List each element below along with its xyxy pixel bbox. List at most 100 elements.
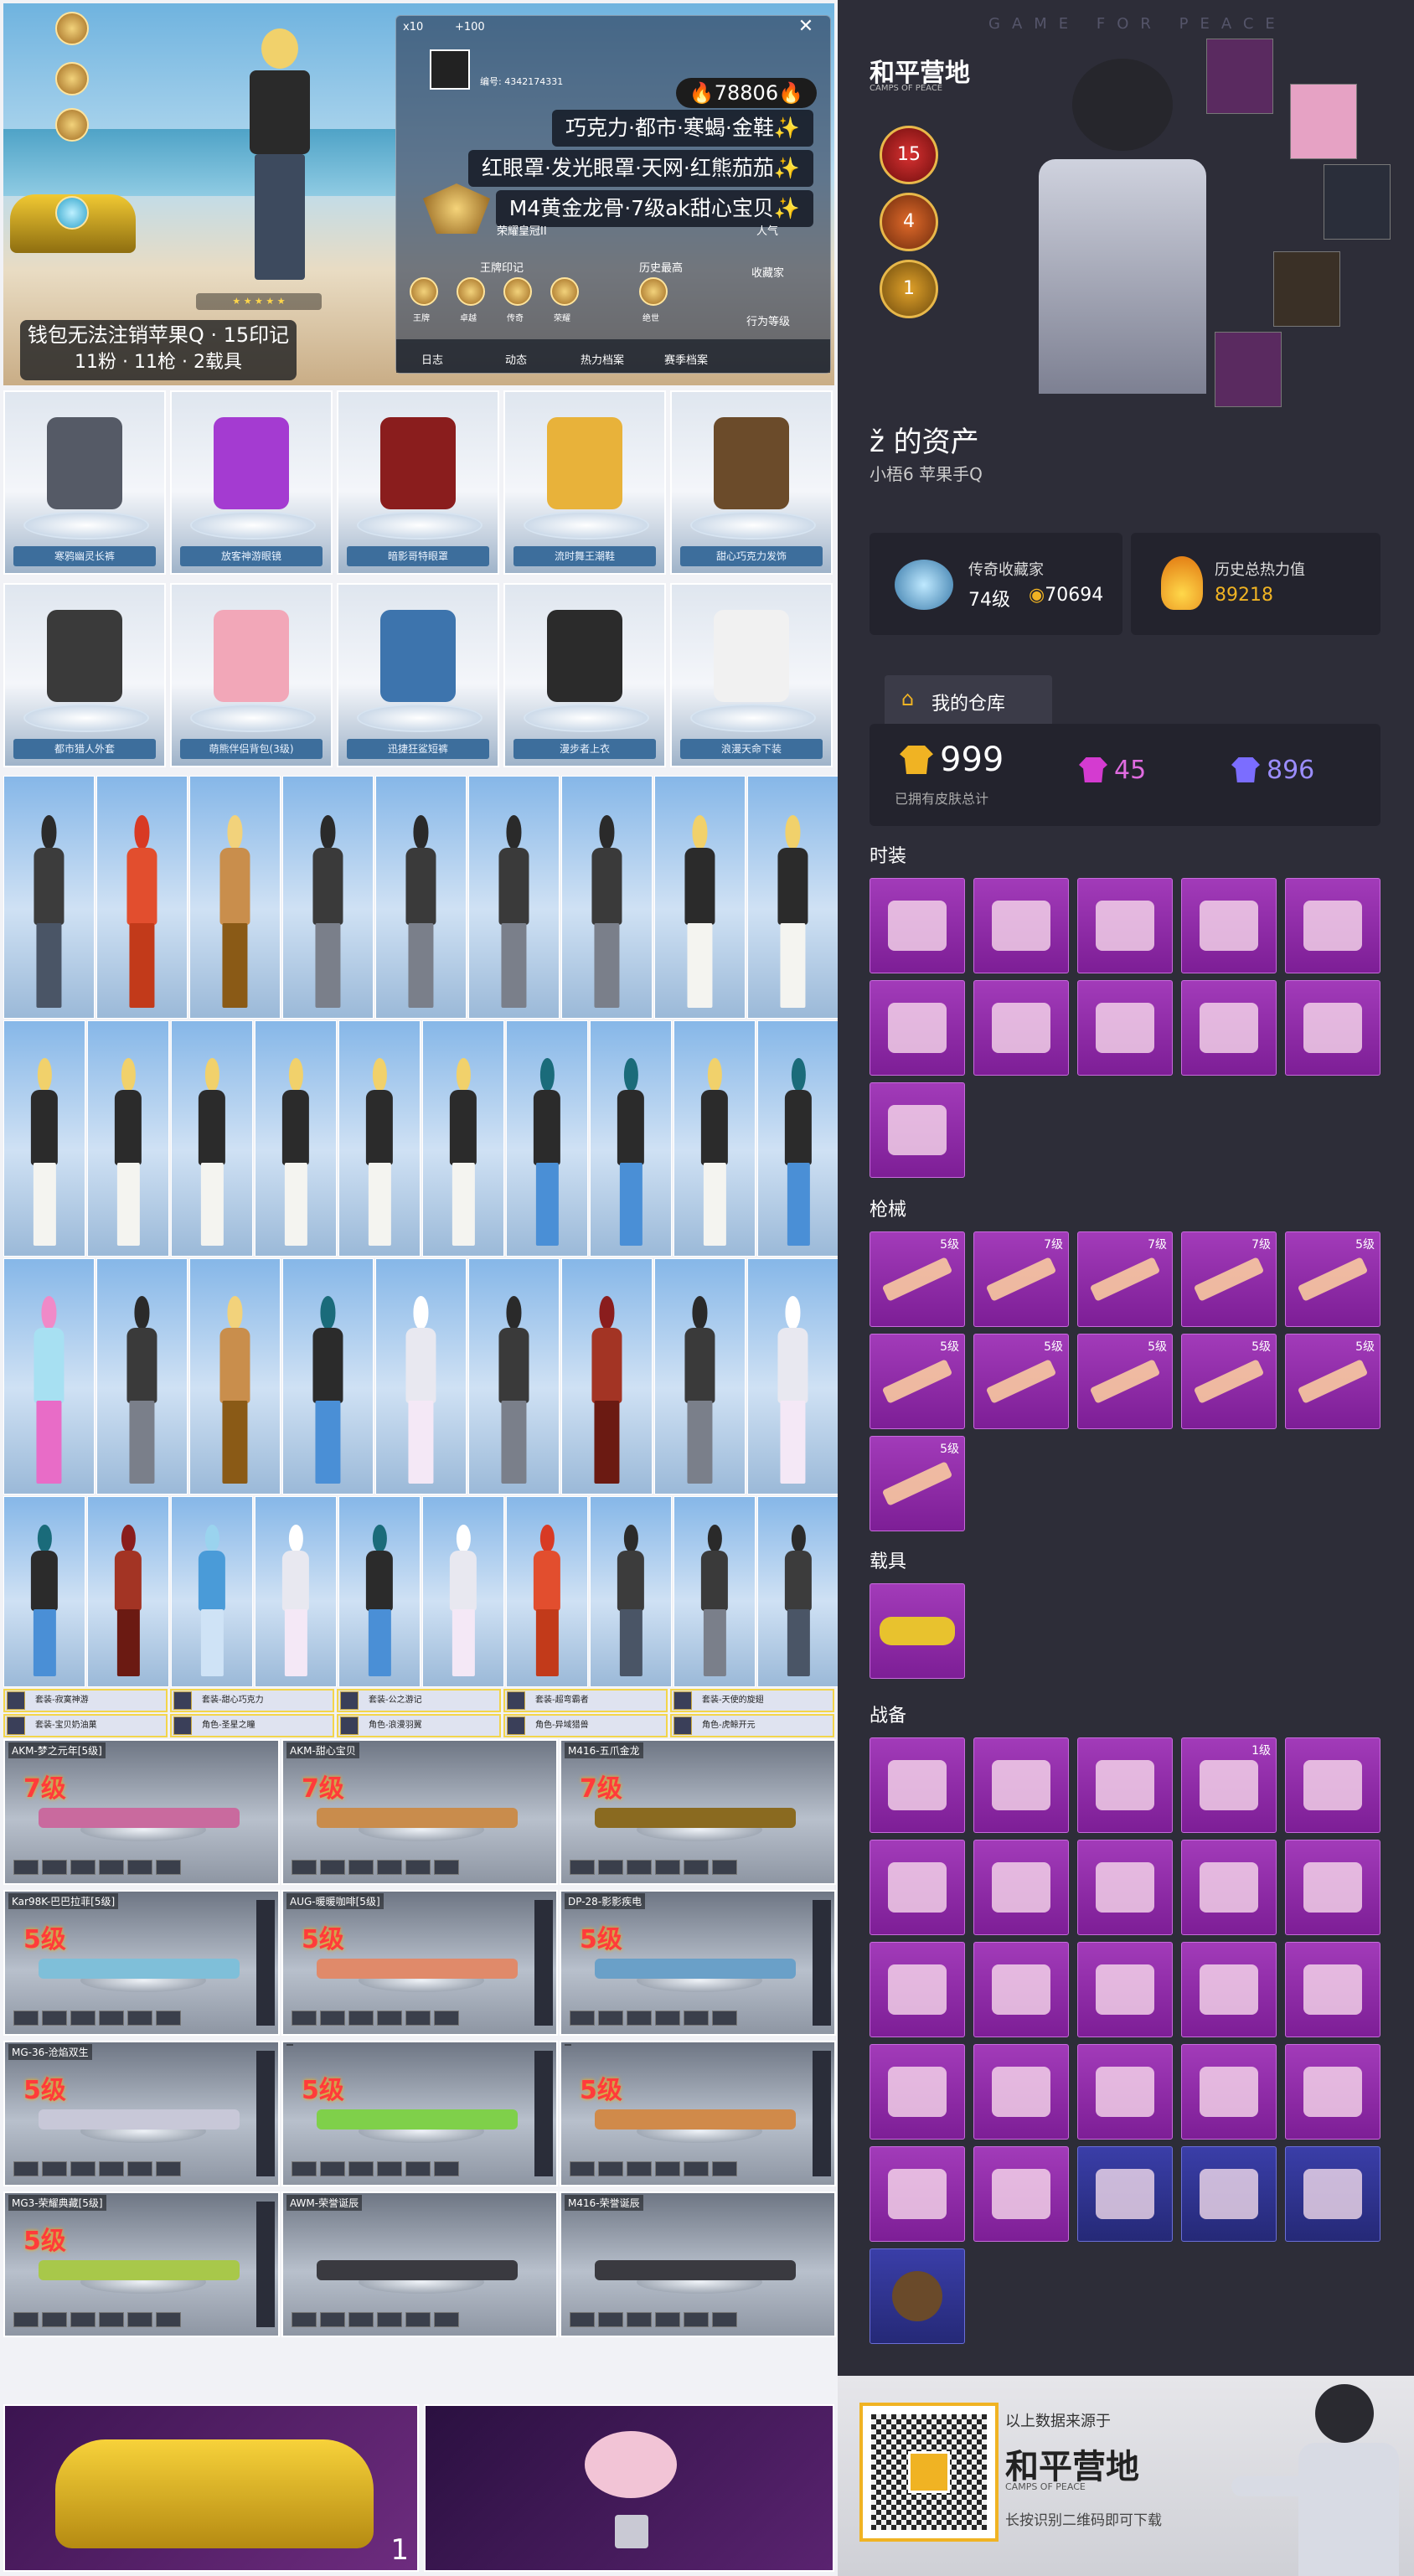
attachment-slot[interactable] bbox=[405, 2312, 431, 2327]
inventory-item[interactable] bbox=[870, 1942, 965, 2037]
attachment-slot[interactable] bbox=[684, 1860, 709, 1875]
tab-news[interactable]: 动态 bbox=[505, 351, 527, 367]
set-entry[interactable]: 套装-超弯霸者 bbox=[503, 1689, 668, 1712]
character-card[interactable] bbox=[96, 1258, 188, 1494]
attachment-slot[interactable] bbox=[377, 2161, 402, 2176]
character-card[interactable] bbox=[3, 1496, 85, 1687]
attachment-slot[interactable] bbox=[405, 1860, 431, 1875]
attachment-slot[interactable] bbox=[127, 2161, 152, 2176]
character-card[interactable] bbox=[338, 1020, 421, 1257]
outfit-item[interactable]: 甜心巧克力发饰 bbox=[670, 390, 833, 575]
attachment-slot[interactable] bbox=[99, 2161, 124, 2176]
inventory-item[interactable] bbox=[1077, 980, 1173, 1076]
outfit-item[interactable]: 流时舞王潮鞋 bbox=[503, 390, 666, 575]
inventory-item[interactable] bbox=[870, 980, 965, 1076]
inventory-item[interactable] bbox=[1285, 2146, 1380, 2242]
inventory-item[interactable] bbox=[1077, 2044, 1173, 2140]
character-card[interactable] bbox=[375, 776, 467, 1019]
attachment-slot[interactable] bbox=[320, 1860, 345, 1875]
inventory-item[interactable] bbox=[1077, 1942, 1173, 2037]
inventory-item[interactable] bbox=[1077, 1840, 1173, 1935]
attachment-slot[interactable] bbox=[42, 2161, 67, 2176]
gun-panel[interactable]: M416-荣誉诞辰 bbox=[560, 2191, 836, 2337]
inventory-gun[interactable]: 5级 bbox=[870, 1231, 965, 1327]
attachment-slot[interactable] bbox=[70, 2161, 95, 2176]
inventory-gun[interactable]: 5级 bbox=[1077, 1334, 1173, 1429]
gift-icon[interactable] bbox=[55, 108, 89, 142]
gun-panel[interactable]: DP-28-影影疾电 5级 bbox=[560, 1890, 836, 2036]
character-card[interactable] bbox=[171, 1496, 253, 1687]
attachment-slot[interactable] bbox=[13, 2312, 39, 2327]
inventory-item[interactable] bbox=[1285, 878, 1380, 973]
warehouse-tab[interactable]: ⌂ 我的仓库 bbox=[885, 675, 1052, 724]
attachment-slot[interactable] bbox=[156, 2011, 181, 2026]
set-entry[interactable]: 角色-虎鲸开元 bbox=[670, 1714, 834, 1737]
inventory-item[interactable] bbox=[1077, 2146, 1173, 2242]
character-card[interactable] bbox=[590, 1496, 672, 1687]
inventory-gun[interactable]: 5级 bbox=[1181, 1334, 1277, 1429]
attachment-slot[interactable] bbox=[13, 1860, 39, 1875]
inventory-item[interactable] bbox=[1285, 980, 1380, 1076]
inventory-gun[interactable]: 5级 bbox=[870, 1334, 965, 1429]
character-card[interactable] bbox=[282, 776, 374, 1019]
attachment-slot[interactable] bbox=[712, 2011, 737, 2026]
set-entry[interactable]: 角色-圣星之瞳 bbox=[170, 1714, 334, 1737]
attachment-slot[interactable] bbox=[156, 1860, 181, 1875]
outfit-item[interactable]: 放客神游眼镜 bbox=[170, 390, 333, 575]
featured-item-thumb[interactable] bbox=[1206, 39, 1273, 114]
gun-panel[interactable]: AKM-梦之元年[5级] 7级 bbox=[3, 1739, 280, 1885]
character-card[interactable] bbox=[255, 1496, 337, 1687]
inventory-item[interactable] bbox=[1077, 1737, 1173, 1833]
attachment-slot[interactable] bbox=[684, 2312, 709, 2327]
character-card[interactable] bbox=[87, 1020, 169, 1257]
attachment-slot[interactable] bbox=[156, 2312, 181, 2327]
gun-panel[interactable]: AKM-甜心宝贝 7级 bbox=[281, 1739, 558, 1885]
character-card[interactable] bbox=[561, 776, 653, 1019]
character-card[interactable] bbox=[375, 1258, 467, 1494]
character-card[interactable] bbox=[189, 776, 281, 1019]
attachment-slot[interactable] bbox=[684, 2011, 709, 2026]
attachment-slot[interactable] bbox=[99, 2011, 124, 2026]
inventory-item[interactable] bbox=[870, 2146, 965, 2242]
character-card[interactable] bbox=[3, 776, 95, 1019]
avatar[interactable] bbox=[430, 49, 470, 90]
inventory-item[interactable] bbox=[1181, 2044, 1277, 2140]
character-card[interactable] bbox=[422, 1020, 504, 1257]
attachment-slot[interactable] bbox=[570, 2011, 595, 2026]
set-entry[interactable]: 角色-异域猎兽 bbox=[503, 1714, 668, 1737]
featured-item-thumb[interactable] bbox=[1215, 332, 1282, 407]
attachment-slot[interactable] bbox=[348, 2312, 374, 2327]
attachment-slot[interactable] bbox=[156, 2161, 181, 2176]
character-card[interactable] bbox=[282, 1258, 374, 1494]
attachment-slot[interactable] bbox=[655, 1860, 680, 1875]
inventory-gun[interactable]: 7级 bbox=[1077, 1231, 1173, 1327]
attachment-slot[interactable] bbox=[655, 2011, 680, 2026]
inventory-gun[interactable]: 5级 bbox=[1285, 1334, 1380, 1429]
character-card[interactable] bbox=[171, 1020, 253, 1257]
attachment-slot[interactable] bbox=[320, 2161, 345, 2176]
character-card[interactable] bbox=[87, 1496, 169, 1687]
crown-icon[interactable] bbox=[55, 62, 89, 96]
diamond-icon[interactable] bbox=[55, 196, 89, 230]
tab-heat[interactable]: 热力档案 bbox=[581, 351, 624, 367]
character-card[interactable] bbox=[506, 1496, 588, 1687]
inventory-item[interactable] bbox=[973, 1737, 1069, 1833]
featured-item-thumb[interactable] bbox=[1290, 84, 1357, 159]
attachment-slot[interactable] bbox=[292, 2161, 317, 2176]
attachment-slot[interactable] bbox=[13, 2161, 39, 2176]
gun-panel[interactable]: MG3-荣耀典藏[5级] 5级 bbox=[3, 2191, 280, 2337]
outfit-item[interactable]: 漫步者上衣 bbox=[503, 583, 666, 767]
character-card[interactable] bbox=[422, 1496, 504, 1687]
attachment-slot[interactable] bbox=[99, 2312, 124, 2327]
attachment-slot[interactable] bbox=[405, 2011, 431, 2026]
attachment-slot[interactable] bbox=[348, 1860, 374, 1875]
rank-icon[interactable] bbox=[55, 12, 89, 45]
attachment-slot[interactable] bbox=[320, 2312, 345, 2327]
inventory-item[interactable] bbox=[1181, 1942, 1277, 2037]
inventory-vehicle[interactable] bbox=[870, 1583, 965, 1679]
tab-season[interactable]: 赛季档案 bbox=[664, 351, 708, 367]
attachment-slot[interactable] bbox=[627, 1860, 652, 1875]
inventory-item[interactable] bbox=[973, 2146, 1069, 2242]
set-entry[interactable]: 套装-寂寞神游 bbox=[3, 1689, 168, 1712]
inventory-item[interactable] bbox=[973, 2044, 1069, 2140]
